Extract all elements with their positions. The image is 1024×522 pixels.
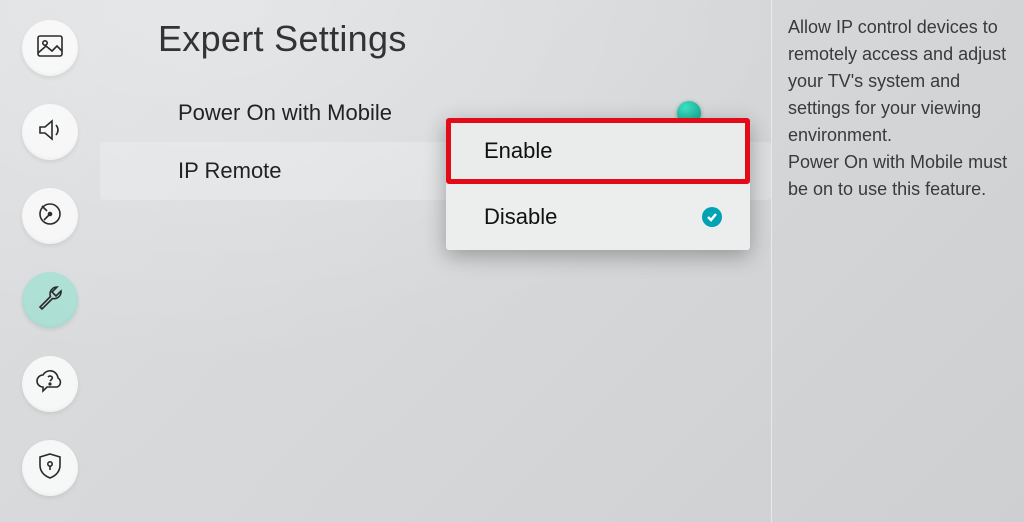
option-label: Enable	[484, 138, 553, 164]
setting-label: IP Remote	[178, 158, 282, 184]
sidebar-item-support[interactable]	[22, 356, 78, 412]
setting-label: Power On with Mobile	[178, 100, 392, 126]
dropdown-option-enable[interactable]: Enable	[446, 118, 750, 184]
satellite-icon	[33, 197, 67, 236]
wrench-icon	[33, 281, 67, 320]
shield-lock-icon	[33, 449, 67, 488]
info-text: Allow IP control devices to remotely acc…	[788, 14, 1008, 203]
sidebar-item-general[interactable]	[22, 272, 78, 328]
ip-remote-dropdown: Enable Disable	[446, 118, 750, 250]
sidebar-item-picture[interactable]	[22, 20, 78, 76]
page-title: Expert Settings	[100, 18, 771, 60]
check-icon	[702, 207, 722, 227]
dropdown-option-disable[interactable]: Disable	[446, 184, 750, 250]
sidebar-item-sound[interactable]	[22, 104, 78, 160]
sidebar-item-broadcast[interactable]	[22, 188, 78, 244]
picture-icon	[33, 29, 67, 68]
speaker-icon	[33, 113, 67, 152]
sidebar-item-privacy[interactable]	[22, 440, 78, 496]
settings-sidebar	[0, 0, 100, 522]
help-cloud-icon	[33, 365, 67, 404]
option-label: Disable	[484, 204, 557, 230]
info-panel: Allow IP control devices to remotely acc…	[772, 0, 1024, 522]
main-panel: Expert Settings Power On with Mobile IP …	[100, 0, 772, 522]
